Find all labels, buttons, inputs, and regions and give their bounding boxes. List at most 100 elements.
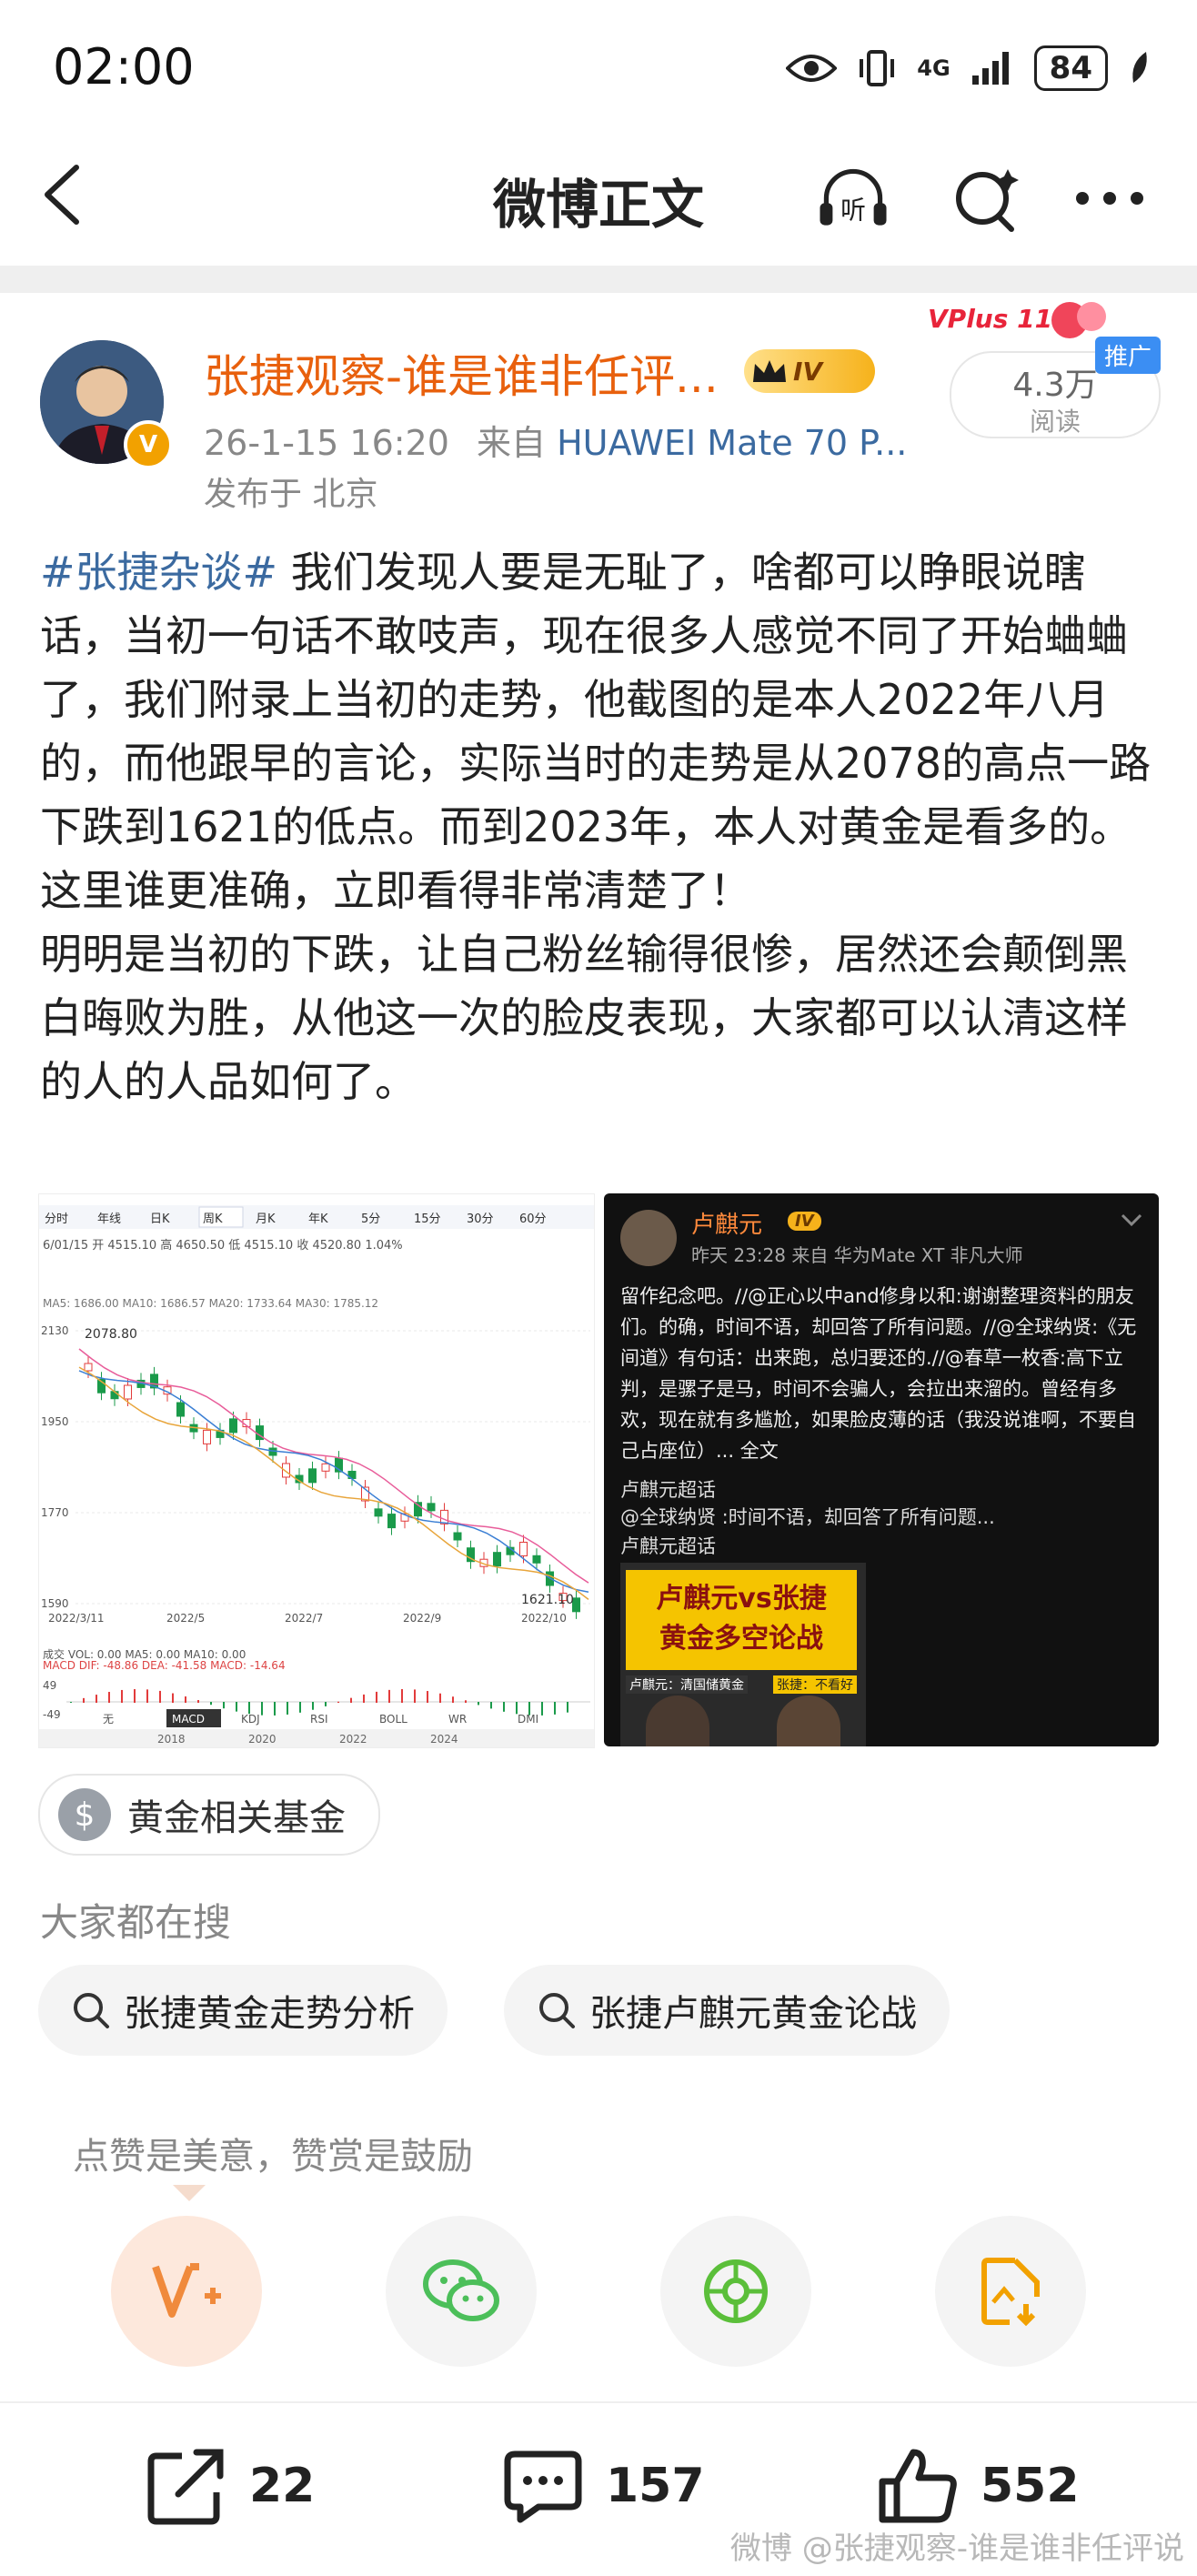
macd-bar [146,1689,148,1703]
like-action[interactable]: 552 [877,2447,1080,2525]
indicator-tab: KDJ [241,1713,260,1726]
macd-tick: 49 [43,1679,56,1692]
macd-bar [439,1693,441,1703]
chart-candle [374,1508,383,1517]
chart-tab: 分时 [45,1213,68,1226]
repost-meta: 昨天 23:28 来自 华为Mate XT 非凡大师 [691,1241,1023,1267]
year-tick: 2020 [248,1733,277,1746]
reward-hint: 点赞是美意，赞赏是鼓励 [73,2136,473,2178]
promote-badge[interactable]: 推广 [1095,337,1162,374]
verified-badge-icon: V [124,420,173,469]
thumbnail-banner: 卢麒元vs张捷 黄金多空论战 [626,1570,857,1670]
level-badge: IV [744,349,875,393]
search-chip-label: 张捷黄金走势分析 [124,1993,415,2035]
indicator-tab: MACD [172,1713,205,1726]
macd-bar [210,1702,212,1706]
chart-candle [453,1532,462,1541]
macd-bar [121,1689,123,1703]
vip-reward-button[interactable] [111,2216,262,2367]
dollar-icon: $ [58,1788,111,1841]
macd-bar [337,1701,339,1703]
indicator-tab: RSI [310,1713,328,1726]
chart-y-tick: 2130 [41,1324,69,1337]
chart-low-label: 1621.10 [521,1593,574,1607]
repost-level: IV [788,1212,821,1231]
post-image-repost[interactable]: 卢麒元 IV 昨天 23:28 来自 华为Mate XT 非凡大师 留作纪念吧。… [604,1193,1159,1746]
action-bar-divider [0,2401,1197,2403]
save-image-button[interactable] [935,2216,1086,2367]
comment-count: 157 [606,2459,705,2513]
share-wechat-button[interactable] [386,2216,537,2367]
vip-plus-icon [152,2263,221,2318]
search-chip-label: 张捷卢麒元黄金论战 [589,1993,917,2035]
macd-bar [541,1702,543,1716]
repost-text: 留作纪念吧。//@正心以中and修身以和:谢谢整理资料的朋友们。的确，时间不语，… [620,1285,1137,1462]
thumbnail-title-2: 黄金多空论战 [659,1623,823,1655]
chart-candle [321,1463,330,1472]
macd-bar [108,1692,110,1703]
macd-bar [261,1702,263,1716]
chart-ma-line: MA5: 1686.00 MA10: 1686.57 MA20: 1733.64… [43,1297,378,1310]
comment-action[interactable]: 157 [502,2447,705,2525]
macd-bar [376,1691,377,1703]
macd-bar [401,1689,403,1703]
device-link[interactable]: HUAWEI Mate 70 P... [557,423,907,463]
eye-icon [786,55,838,82]
macd-bar [172,1693,174,1703]
chart-candle [176,1402,185,1417]
indicator-tab: WR [448,1713,467,1726]
status-icons: 4G 84 [786,45,1152,91]
macd-bar [96,1695,97,1703]
post-hashtag[interactable]: #张捷杂谈# [40,548,277,597]
watermark: 微博 @张捷观察-谁是谁非任评说 [729,2531,1184,2567]
chart-high-label: 2078.80 [85,1327,137,1342]
macd-bar [299,1702,301,1713]
macd-bar [70,1702,72,1703]
macd-bar [414,1689,416,1703]
share-action[interactable]: 22 [146,2447,315,2525]
macd-bar [223,1702,225,1709]
post-time: 26-1-15 16:20 [204,423,449,463]
thumbnail-title-1: 卢麒元vs张捷 [656,1583,827,1615]
macd-bar [465,1700,467,1703]
macd-bar [185,1696,186,1703]
gift-icon [1051,302,1106,338]
read-label: 阅读 [1029,407,1081,437]
chart-tab: 日K [150,1213,170,1226]
search-chip-1[interactable]: 张捷黄金走势分析 [38,1965,448,2056]
search-icon [539,1993,575,2028]
post-meta: 26-1-15 16:20 来自 HUAWEI Mate 70 P... [204,415,907,465]
header-divider [0,266,1197,293]
battery-indicator: 84 [1033,45,1108,91]
macd-bar [274,1702,276,1716]
chart-y-tick: 1950 [41,1415,69,1428]
gold-fund-chip[interactable]: $ 黄金相关基金 [38,1774,380,1856]
share-moments-button[interactable] [660,2216,811,2367]
chart-candle [229,1418,237,1434]
listen-icon[interactable]: 听 [817,162,890,235]
post-image-chart[interactable]: 6/01/15 开 4515.10 高 4650.50 低 4515.10 收 … [38,1193,595,1748]
vibrate-icon [860,50,895,86]
listen-label: 听 [840,196,866,226]
video-thumbnail[interactable]: 卢麒元vs张捷 黄金多空论战 卢麒元：清国储黄金 张捷：不看好 [620,1563,866,1746]
ai-search-icon[interactable] [951,162,1024,235]
repost-super-topic: 卢麒元超话 [620,1479,716,1501]
repost-author: 卢麒元 [691,1212,763,1239]
chart-price-line: 6/01/15 开 4515.10 高 4650.50 低 4515.10 收 … [43,1238,403,1253]
macd-bar [134,1689,136,1703]
macd-bar [325,1702,327,1706]
author-name[interactable]: 张捷观察-谁是谁非任评... [204,340,719,406]
source-prefix: 来自 [477,423,547,463]
more-icon[interactable] [1073,162,1146,235]
chart-tab: 年线 [97,1213,121,1226]
save-image-icon [981,2258,1040,2327]
chart-tab: 周K [203,1213,223,1226]
chart-tab: 30分 [467,1213,494,1226]
year-tick: 2022 [339,1733,367,1746]
indicator-tab: BOLL [379,1713,407,1726]
search-chip-2[interactable]: 张捷卢麒元黄金论战 [504,1965,950,2056]
post-body: 我们发现人要是无耻了，啥都可以睁眼说瞎话，当初一句话不敢吱声，现在很多人感觉不同… [40,548,1152,1106]
chart-x-tick: 2022/9 [403,1612,441,1625]
speaker-left [646,1696,709,1746]
repost-time: 昨天 23:28 [691,1244,786,1266]
